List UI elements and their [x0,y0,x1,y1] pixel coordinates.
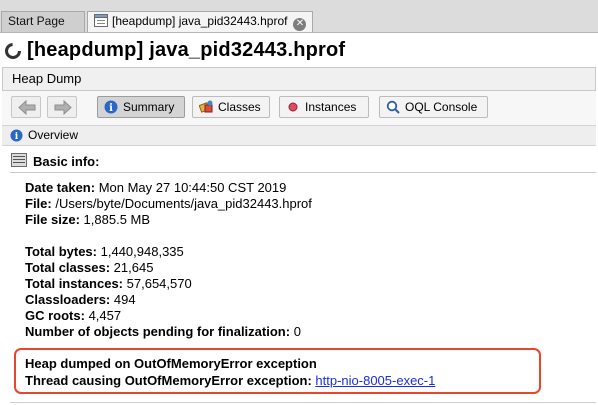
total-bytes-row: Total bytes: 1,440,948,335 [25,244,184,260]
page-title: [heapdump] java_pid32443.hprof [27,39,346,61]
database-icon [11,153,27,167]
classloaders-row: Classloaders: 494 [25,292,136,308]
heap-dump-header: Heap Dump [2,67,596,91]
overview-label: Overview [28,128,79,142]
view-toolbar: i Summary Classes Instances OQL Console [2,91,596,125]
divider [10,402,596,403]
basic-info-title: Basic info: [33,154,100,169]
date-taken-label: Date taken: [25,180,96,195]
tab-start-page-label: Start Page [8,14,65,28]
oom-thread-link[interactable]: http-nio-8005-exec-1 [315,373,435,388]
total-instances-row: Total instances: 57,654,570 [25,276,192,292]
title-row: [heapdump] java_pid32443.hprof [0,33,598,68]
tab-heapdump-label: [heapdump] java_pid32443.hprof [112,14,288,28]
total-classes-value: 21,645 [113,260,154,275]
oql-console-button[interactable]: OQL Console [379,96,488,118]
info-icon: i [10,129,23,148]
overview-bar[interactable]: i Overview [2,125,596,146]
back-button[interactable] [11,96,41,118]
progress-spinner-icon [4,42,22,60]
total-instances-label: Total instances: [25,276,124,291]
document-icon [94,14,108,27]
total-classes-row: Total classes: 21,645 [25,260,153,276]
editor-tab-strip: Start Page [heapdump] java_pid32443.hpro… [0,0,598,33]
svg-text:i: i [109,103,113,114]
oom-thread-row: Thread causing OutOfMemoryError exceptio… [25,373,435,389]
divider [10,172,596,173]
gc-roots-value: 4,457 [88,308,122,323]
file-row: File: /Users/byte/Documents/java_pid3244… [25,196,312,212]
total-bytes-label: Total bytes: [25,244,97,259]
tab-start-page[interactable]: Start Page [1,11,85,32]
magnifier-icon [386,100,400,114]
svg-text:i: i [15,131,19,142]
heap-dump-header-label: Heap Dump [12,71,82,86]
classes-icon [198,100,213,114]
pending-finalization-row: Number of objects pending for finalizati… [25,324,301,340]
summary-label: Summary [123,100,175,114]
oom-row: Heap dumped on OutOfMemoryError exceptio… [25,356,317,372]
total-instances-value: 57,654,570 [126,276,192,291]
oom-text: Heap dumped on OutOfMemoryError exceptio… [25,356,317,371]
oql-console-label: OQL Console [405,100,478,114]
file-size-row: File size: 1,885.5 MB [25,212,150,228]
arrow-right-icon [54,100,72,115]
total-classes-label: Total classes: [25,260,111,275]
instances-button[interactable]: Instances [279,96,369,118]
classloaders-label: Classloaders: [25,292,111,307]
total-bytes-value: 1,440,948,335 [100,244,184,259]
date-taken-value: Mon May 27 10:44:50 CST 2019 [98,180,287,195]
file-size-value: 1,885.5 MB [83,212,151,227]
pending-finalization-label: Number of objects pending for finalizati… [25,324,291,339]
file-size-label: File size: [25,212,80,227]
pending-finalization-value: 0 [293,324,301,339]
file-label: File: [25,196,52,211]
tab-heapdump[interactable]: [heapdump] java_pid32443.hprof ✕ [87,11,313,32]
classes-button[interactable]: Classes [192,96,270,118]
classes-label: Classes [218,100,261,114]
forward-button[interactable] [47,96,77,118]
instances-label: Instances [305,100,357,114]
classloaders-value: 494 [113,292,136,307]
file-value: /Users/byte/Documents/java_pid32443.hpro… [55,196,312,211]
info-icon: i [104,100,118,114]
gc-roots-row: GC roots: 4,457 [25,308,121,324]
summary-button[interactable]: i Summary [97,96,185,118]
date-taken-row: Date taken: Mon May 27 10:44:50 CST 2019 [25,180,286,196]
instances-icon [286,100,300,114]
arrow-left-icon [18,100,36,115]
close-icon[interactable]: ✕ [293,18,307,31]
oom-thread-label: Thread causing OutOfMemoryError exceptio… [25,373,312,388]
gc-roots-label: GC roots: [25,308,85,323]
